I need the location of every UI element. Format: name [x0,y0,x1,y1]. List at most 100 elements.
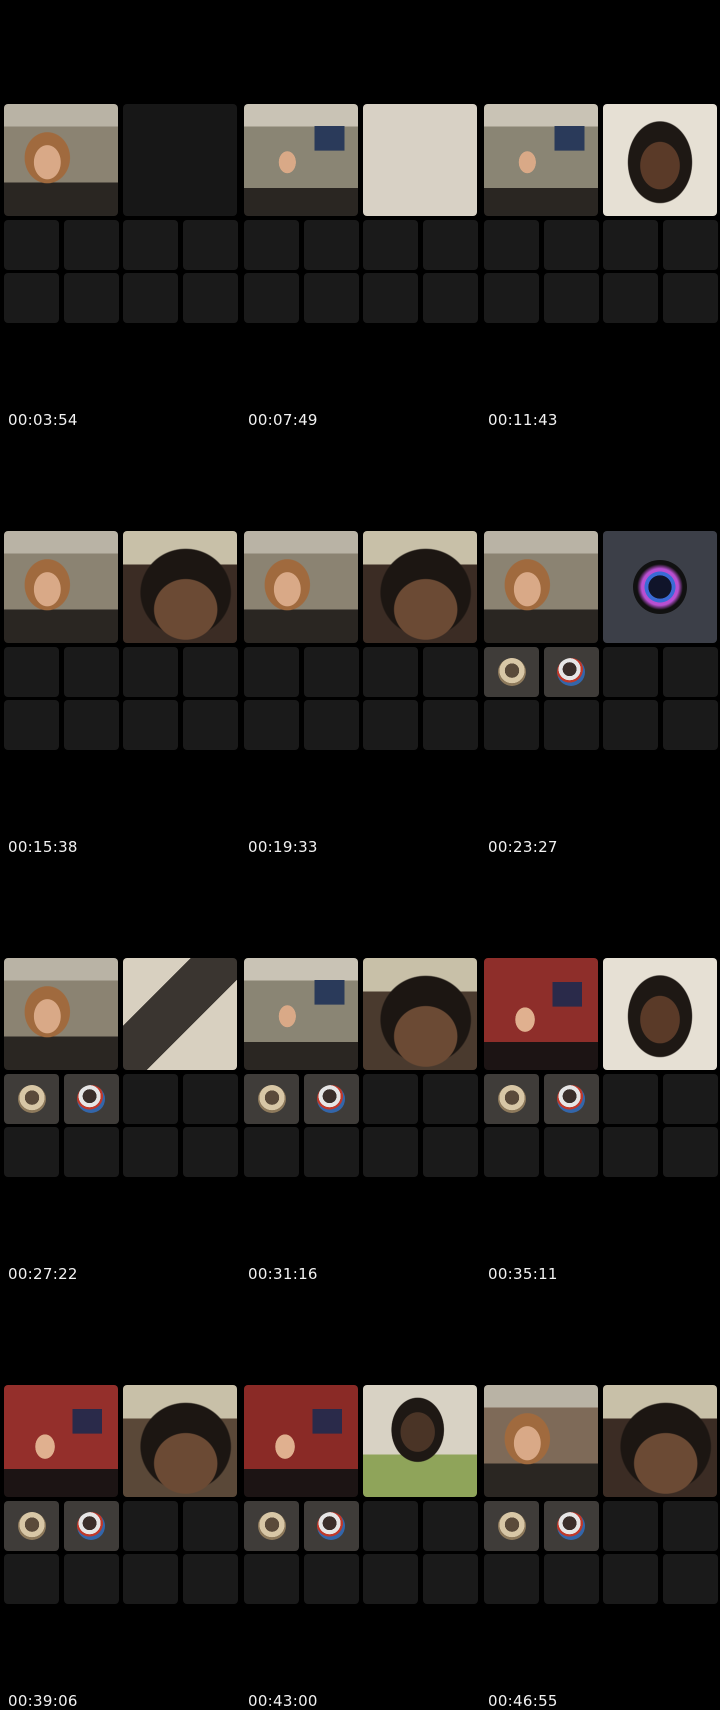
participant-video-tile[interactable] [244,104,358,216]
participant-avatar-tile[interactable] [63,1074,119,1124]
participant-video-tile[interactable] [484,958,598,1070]
empty-participant-slot [303,1127,359,1177]
empty-participant-slot [422,1127,478,1177]
frame-thumbnail[interactable]: 00:43:00 [244,1385,478,1710]
participant-video-tile[interactable] [4,104,118,216]
participant-video-tile[interactable] [603,531,717,643]
empty-participant-slot [422,700,478,750]
frame-thumbnail[interactable]: 00:31:16 [244,958,478,1283]
participant-avatar-tile[interactable] [303,1074,359,1124]
frame-thumbnail[interactable]: 00:07:49 [244,104,478,429]
participant-avatar-tile[interactable] [244,1074,299,1124]
participant-video-tile[interactable] [4,958,118,1070]
participant-avatar-tile[interactable] [244,1501,299,1551]
participant-video-tile[interactable] [4,531,118,643]
participant-avatar-tile[interactable] [303,1501,359,1551]
empty-participant-slot [484,700,539,750]
frame-timestamp: 00:19:33 [248,838,318,856]
empty-participant-slot [4,220,59,270]
participant-video-tile[interactable] [123,1385,237,1497]
empty-participant-slot [303,647,359,697]
empty-participant-slot [484,273,539,323]
empty-participant-slot [422,220,478,270]
frame-thumbnail[interactable]: 00:39:06 [4,1385,238,1710]
participant-video-tile[interactable] [603,104,717,216]
empty-participant-slot [182,220,238,270]
participant-avatar-tile[interactable] [484,1501,539,1551]
participant-avatar-tile[interactable] [4,1074,59,1124]
empty-participant-slot [484,1554,539,1604]
empty-participant-slot [123,1554,178,1604]
participant-video-tile[interactable] [4,1385,118,1497]
frame-thumbnail[interactable]: 00:46:55 [484,1385,718,1710]
participant-video-tile[interactable] [484,531,598,643]
participant-video-tile[interactable] [363,1385,477,1497]
empty-video-tile[interactable] [123,104,237,216]
frame-timestamp: 00:11:43 [488,411,558,429]
frame-timestamp: 00:46:55 [488,1692,558,1710]
avatar-icon [77,1085,105,1113]
video-call-grid [244,1385,478,1604]
participant-avatar-tile[interactable] [543,1074,599,1124]
frame-thumbnail[interactable]: 00:15:38 [4,531,238,856]
empty-participant-slot [662,220,718,270]
frame-thumbnail[interactable]: 00:23:27 [484,531,718,856]
empty-participant-slot [662,700,718,750]
avatar-icon [557,1512,585,1540]
frame-thumbnail[interactable]: 00:11:43 [484,104,718,429]
empty-participant-slot [123,273,178,323]
participant-video-tile[interactable] [244,1385,358,1497]
video-call-grid [484,531,718,750]
frame-thumbnail[interactable]: 00:19:33 [244,531,478,856]
participant-avatar-tile[interactable] [543,647,599,697]
empty-participant-slot [4,700,59,750]
empty-participant-slot [123,1501,178,1551]
video-call-grid [4,531,238,750]
participant-video-tile[interactable] [603,958,717,1070]
empty-participant-slot [4,1127,59,1177]
participant-avatar-tile[interactable] [543,1501,599,1551]
empty-participant-slot [603,700,658,750]
empty-participant-slot [244,1127,299,1177]
empty-participant-slot [662,1501,718,1551]
participant-video-tile[interactable] [363,531,477,643]
empty-participant-slot [63,273,119,323]
empty-participant-slot [422,1554,478,1604]
participant-video-tile[interactable] [484,104,598,216]
empty-participant-slot [123,700,178,750]
frame-timestamp: 00:35:11 [488,1265,558,1283]
participant-video-tile[interactable] [123,531,237,643]
empty-participant-slot [303,220,359,270]
empty-participant-slot [363,700,418,750]
participant-video-tile[interactable] [123,958,237,1070]
empty-participant-slot [363,647,418,697]
video-call-grid [484,1385,718,1604]
frame-thumbnail[interactable]: 00:03:54 [4,104,238,429]
participant-video-tile[interactable] [603,1385,717,1497]
video-call-grid [4,104,238,323]
participant-video-tile[interactable] [244,531,358,643]
empty-participant-slot [182,1501,238,1551]
frame-timestamp: 00:23:27 [488,838,558,856]
participant-video-tile[interactable] [363,104,477,216]
empty-participant-slot [422,647,478,697]
empty-participant-slot [63,220,119,270]
empty-participant-slot [182,700,238,750]
video-call-grid [4,1385,238,1604]
empty-participant-slot [63,1127,119,1177]
participant-avatar-tile[interactable] [4,1501,59,1551]
participant-video-tile[interactable] [484,1385,598,1497]
participant-avatar-tile[interactable] [484,1074,539,1124]
participant-video-tile[interactable] [363,958,477,1070]
frame-thumbnail[interactable]: 00:35:11 [484,958,718,1283]
avatar-icon [17,1085,46,1113]
video-call-grid [244,531,478,750]
participant-avatar-tile[interactable] [63,1501,119,1551]
participant-video-tile[interactable] [244,958,358,1070]
empty-participant-slot [484,1127,539,1177]
empty-participant-slot [422,1074,478,1124]
empty-participant-slot [422,1501,478,1551]
participant-avatar-tile[interactable] [484,647,539,697]
frame-thumbnail[interactable]: 00:27:22 [4,958,238,1283]
empty-participant-slot [422,273,478,323]
